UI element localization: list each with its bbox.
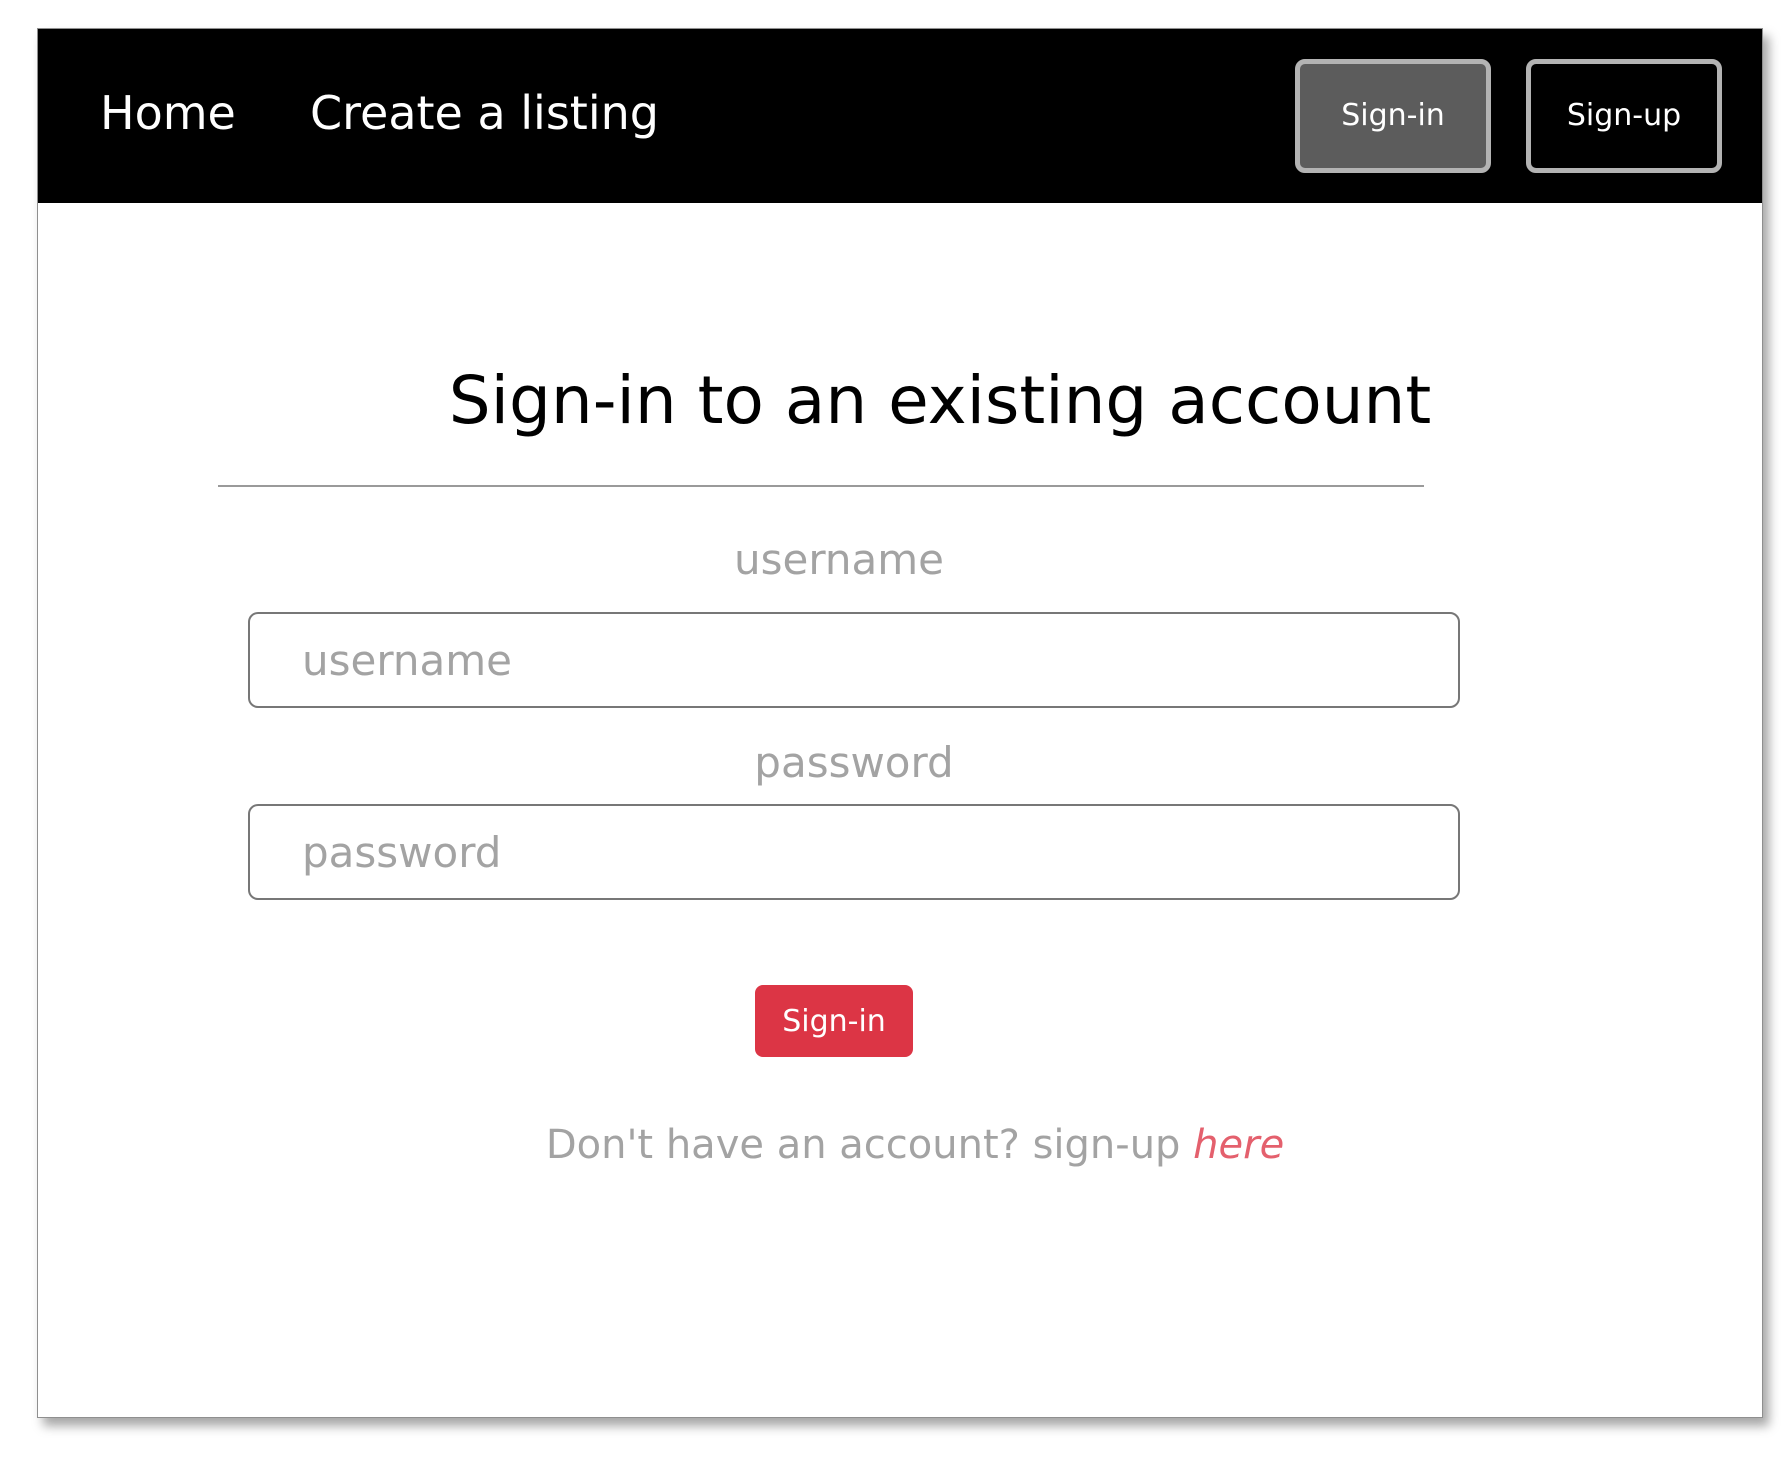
nav-signup-button[interactable]: Sign-up <box>1526 59 1722 173</box>
top-navbar: Home Create a listing Sign-in Sign-up <box>38 29 1762 203</box>
signup-prompt-text: Don't have an account? sign-up <box>545 1122 1181 1168</box>
title-divider <box>218 485 1424 487</box>
app-window: Home Create a listing Sign-in Sign-up Si… <box>37 28 1763 1418</box>
signup-here-link[interactable]: here <box>1193 1122 1284 1168</box>
nav-signin-button[interactable]: Sign-in <box>1295 59 1491 173</box>
signup-prompt: Don't have an account? sign-up here <box>38 1119 1762 1171</box>
password-label: password <box>754 738 954 787</box>
username-label: username <box>734 535 944 584</box>
password-input[interactable] <box>248 804 1460 900</box>
nav-home-link[interactable]: Home <box>100 83 236 143</box>
page-title: Sign-in to an existing account <box>448 362 1432 439</box>
signin-submit-button[interactable]: Sign-in <box>755 985 913 1057</box>
username-input[interactable] <box>248 612 1460 708</box>
nav-create-listing-link[interactable]: Create a listing <box>310 83 659 143</box>
